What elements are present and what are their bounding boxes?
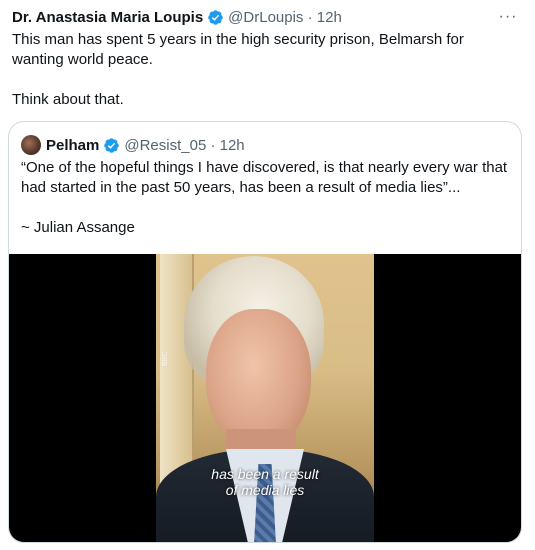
video-player[interactable]: BBC has been a result of media lies xyxy=(9,254,521,542)
quoted-tweet-text: “One of the hopeful things I have discov… xyxy=(21,158,515,238)
person-face xyxy=(206,309,311,449)
caption-line: of media lies xyxy=(225,482,305,498)
more-options-icon[interactable]: ··· xyxy=(497,6,519,28)
tweet-header: Dr. Anastasia Maria Loupis @DrLoupis · 1… xyxy=(12,6,523,28)
tweet-text: This man has spent 5 years in the high s… xyxy=(12,30,512,110)
caption-line: has been a result xyxy=(211,466,319,482)
verified-badge-icon xyxy=(104,137,120,153)
video-caption: has been a result of media lies xyxy=(156,466,374,498)
quoted-author-handle-time[interactable]: @Resist_05 · 12h xyxy=(124,137,244,154)
author-name[interactable]: Dr. Anastasia Maria Loupis xyxy=(12,9,203,26)
tweet-text-line: This man has spent 5 years in the high s… xyxy=(12,31,464,68)
quoted-text-line: ~ Julian Assange xyxy=(21,219,135,236)
quoted-tweet-card[interactable]: Pelham @Resist_05 · 12h “One of the hope… xyxy=(8,121,522,543)
quoted-tweet-header: Pelham @Resist_05 · 12h xyxy=(21,134,245,156)
video-frame: BBC has been a result of media lies xyxy=(156,254,374,542)
quoted-author-name[interactable]: Pelham xyxy=(46,137,99,154)
avatar[interactable] xyxy=(21,135,41,155)
author-handle-time[interactable]: @DrLoupis · 12h xyxy=(228,9,342,26)
quoted-text-line: “One of the hopeful things I have discov… xyxy=(21,159,508,196)
verified-badge-icon xyxy=(208,9,223,25)
video-watermark: BBC xyxy=(162,351,169,366)
tweet-text-line: Think about that. xyxy=(12,91,124,108)
